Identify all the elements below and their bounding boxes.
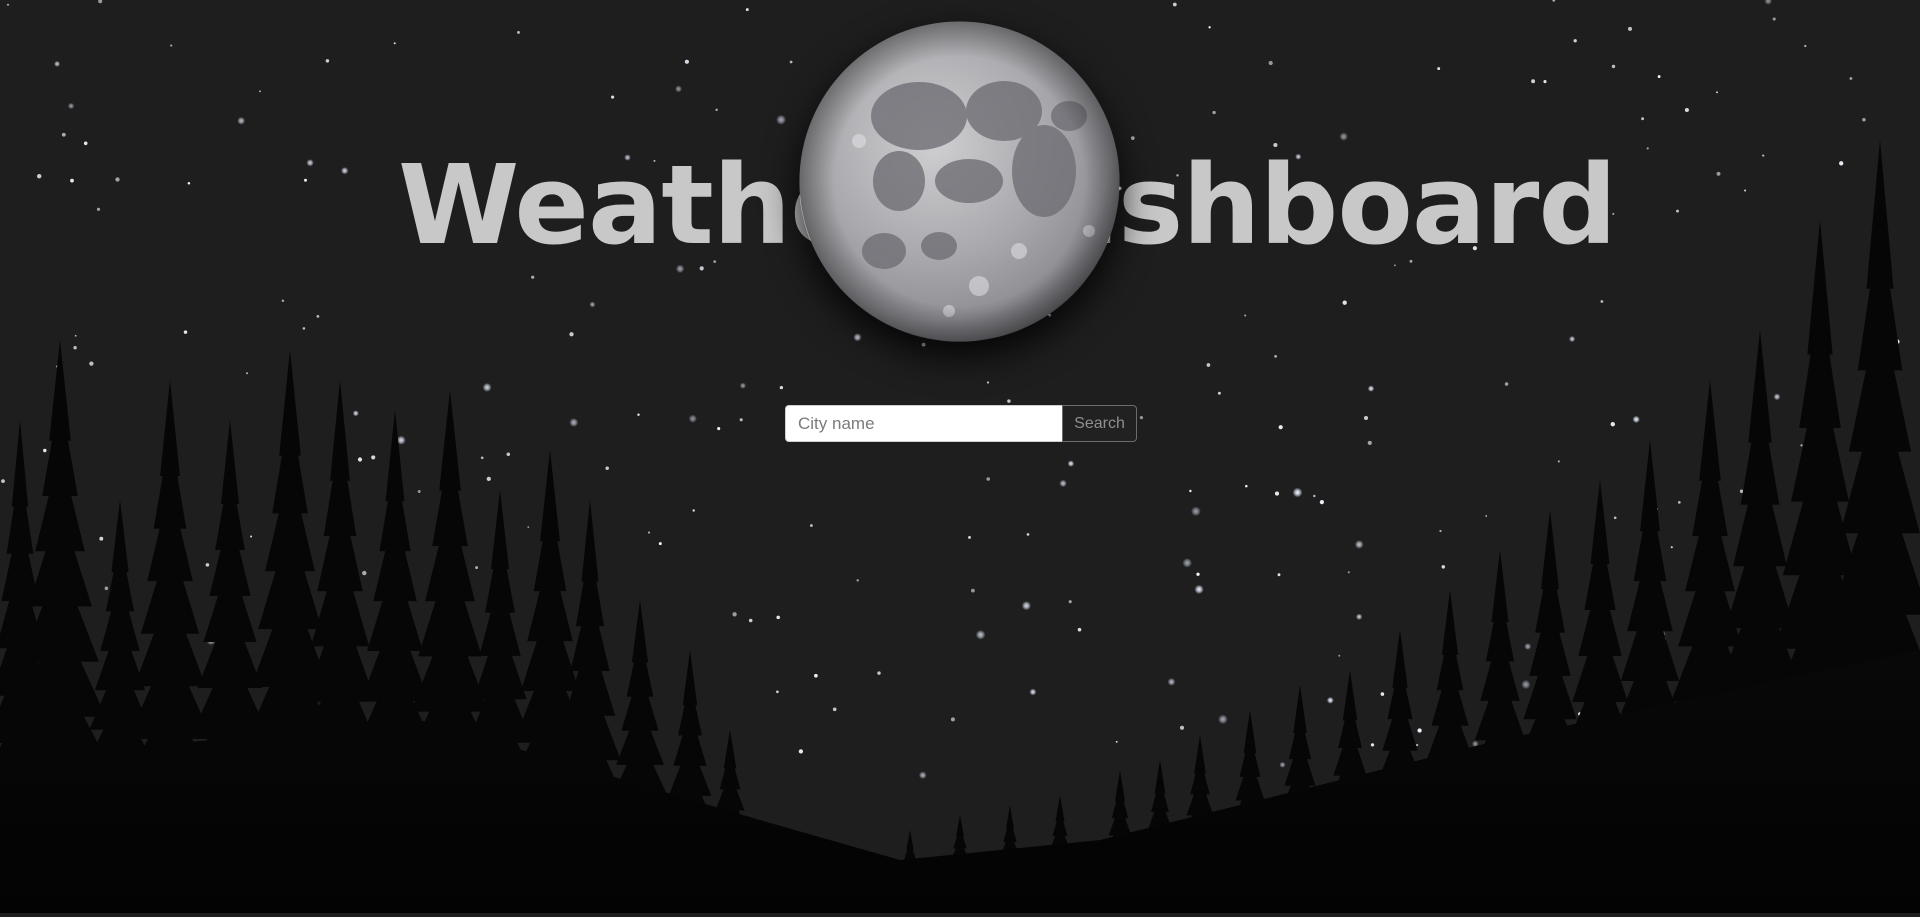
full-moon-icon [799, 21, 1120, 342]
search-button[interactable]: Search [1062, 405, 1137, 442]
city-search-form: Search [785, 405, 1137, 442]
city-name-input[interactable] [785, 405, 1062, 442]
night-scene-background: Weather Dashboard City name Search [0, 0, 1920, 913]
